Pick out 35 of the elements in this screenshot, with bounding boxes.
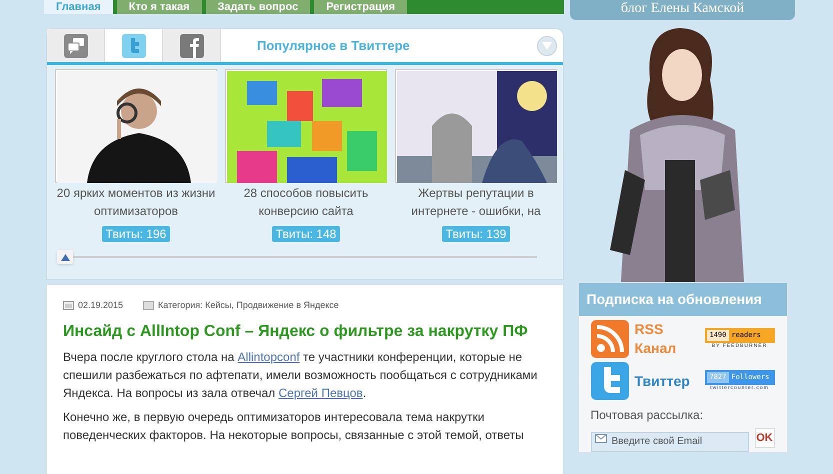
chat-bubbles-icon [64,34,88,58]
post-date: 02.19.2015 [78,299,124,312]
calendar-icon [63,301,74,310]
channel-link[interactable]: Твиттер [634,372,704,390]
panel-title: Популярное в Твиттере [257,36,410,55]
nav-tab[interactable]: Кто я такая [116,0,202,14]
scroll-thumb[interactable] [57,250,73,264]
article-link[interactable]: 28 способов повысить конверсию сайта [225,184,387,220]
mail-label: Почтовая рассылка: [590,407,704,424]
email-field[interactable]: Введите свой Email [590,432,748,452]
twitter-icon[interactable] [590,362,628,400]
ok-button[interactable]: OK [754,428,774,448]
post-category: Категория: Кейсы, Продвижение в Яндексе [158,299,339,312]
tweet-count: Твиты: 196 [102,226,170,242]
paragraph: Конечно же, в первую очередь оптимизаторов интересовала тема накрутки поведенческих факторов. На некоторые вопросы, связанные с этой темой, ответы [63,408,525,444]
paragraph: Вчера после круглого стола на Allintopconf те участники конференции, которые не спешили разбежаться по афтепати, имели возможность пообщаться с сотрудниками Яндекса. На вопросы из зала отвечал Сергей Певцов. [63,348,538,402]
share-tab[interactable] [47,29,105,62]
panel-title: Подписка на обновления [578,283,786,316]
share-tab[interactable] [163,29,221,62]
folder-icon [143,301,154,310]
tweet-count: Твиты: 139 [442,226,510,242]
link[interactable]: Allintopconf [238,350,300,364]
nav-tab[interactable]: Задать вопрос [206,0,310,14]
blog-title: блог Елены Камской [620,0,744,18]
article-link[interactable]: Жертвы репутации в интернете - ошибки, на [395,184,557,220]
link[interactable]: Сергей Певцов [278,386,363,400]
tweet-count: Твиты: 148 [272,226,340,242]
rss-icon[interactable] [590,320,628,358]
nav-tab[interactable]: Регистрация [314,0,408,14]
dropdown-icon[interactable] [537,36,557,56]
nav-tab[interactable]: Главная [44,0,113,14]
twitter-icon [122,34,146,58]
post-title: Инсайд с AllIntop Conf – Яндекс о фильтре за накрутку ПФ [63,322,528,342]
article-link[interactable]: 20 ярких моментов из жизни оптимизаторов [55,184,217,220]
facebook-icon [180,34,204,58]
